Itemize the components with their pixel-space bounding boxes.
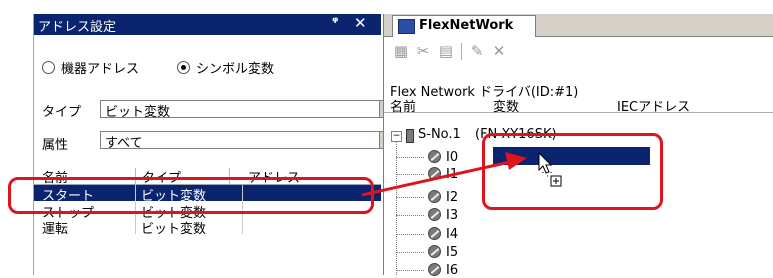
drag-arrow bbox=[361, 152, 527, 197]
arrow-shaft bbox=[361, 160, 511, 197]
arrow-head bbox=[505, 152, 527, 170]
drag-cursor-icon bbox=[538, 152, 562, 187]
